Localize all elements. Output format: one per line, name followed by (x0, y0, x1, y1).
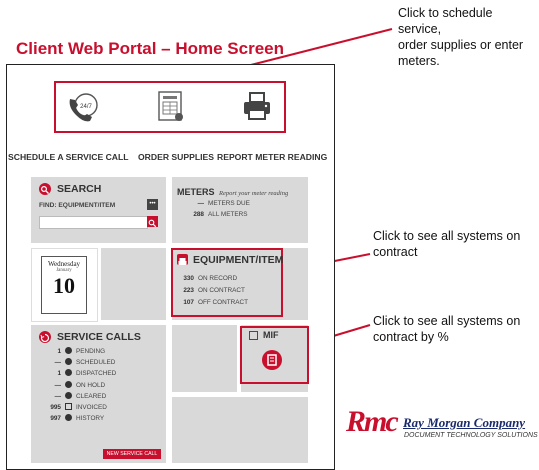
meters-panel[interactable]: METERS Report your meter reading — METERS… (172, 177, 308, 243)
service-label: SCHEDULED (76, 359, 116, 367)
search-button[interactable] (147, 216, 158, 228)
service-row[interactable]: — SCHEDULED (33, 358, 116, 369)
service-value: 1 (57, 370, 61, 378)
order-supplies-icon[interactable] (152, 88, 188, 124)
service-label: ON HOLD (76, 381, 106, 389)
search-icon (39, 183, 51, 195)
report-meter-link[interactable]: REPORT METER READING (217, 152, 327, 162)
meters-title: METERS (177, 187, 215, 197)
service-label: HISTORY (76, 415, 105, 423)
meters-label: ALL METERS (208, 211, 248, 218)
meters-label: METERS DUE (208, 200, 250, 207)
brand-monogram: Rmc (346, 405, 399, 438)
service-value: — (54, 392, 61, 400)
phone-247-icon[interactable]: 24/7 (66, 89, 102, 125)
service-row[interactable]: 1 PENDING (33, 347, 116, 358)
service-row[interactable]: — CLEARED (33, 391, 116, 403)
printer-icon[interactable] (239, 88, 275, 124)
equipment-value: 107 (183, 299, 194, 306)
mif-icon[interactable] (262, 350, 282, 370)
service-label: CLEARED (76, 392, 107, 400)
meters-row[interactable]: — METERS DUE (190, 200, 250, 207)
brand-name: Ray Morgan Company (403, 415, 526, 430)
mif-small-icon (249, 331, 258, 340)
schedule-service-link[interactable]: SCHEDULE A SERVICE CALL (8, 152, 128, 162)
service-title: SERVICE CALLS (57, 331, 141, 343)
equipment-label: ON CONTRACT (198, 287, 245, 294)
empty-tile-3 (172, 397, 308, 463)
service-list: 1 PENDING — SCHEDULED 1 DISPATCHED — ON HOLD… (33, 347, 116, 425)
equipment-row[interactable]: 330 ON RECORD (180, 275, 237, 282)
service-value: 997 (50, 415, 61, 423)
search-find-label: FIND: EQUIPMENT/ITEM (39, 202, 116, 209)
search-panel: SEARCH FIND: EQUIPMENT/ITEM ••• (31, 177, 166, 243)
service-row[interactable]: — ON HOLD (33, 380, 116, 392)
equipment-label: ON RECORD (198, 275, 238, 282)
empty-tile-2 (172, 325, 237, 392)
service-label: INVOICED (76, 403, 107, 411)
quick-actions-highlight: 24/7 (54, 81, 286, 133)
meters-subtitle: Report your meter reading (218, 190, 289, 197)
service-label: PENDING (76, 348, 106, 355)
service-row[interactable]: 995 INVOICED (33, 402, 116, 414)
equipment-label: OFF CONTRACT (198, 299, 249, 306)
equipment-title: EQUIPMENT/ITEM (193, 254, 284, 266)
equipment-row[interactable]: 223 ON CONTRACT (180, 287, 245, 294)
search-input[interactable] (39, 216, 148, 229)
service-value: 995 (50, 403, 61, 411)
equipment-row[interactable]: 107 OFF CONTRACT (180, 299, 248, 306)
equipment-icon (177, 254, 188, 265)
svg-text:24/7: 24/7 (80, 104, 92, 110)
history-icon (65, 414, 72, 422)
calendar-page: Wednesday January 10 (41, 256, 87, 314)
calendar-day: Wednesday (47, 260, 81, 268)
meters-value: 288 (193, 211, 204, 218)
service-icon (39, 331, 51, 343)
new-service-call-button[interactable]: NEW SERVICE CALL (103, 449, 161, 459)
service-value: — (54, 381, 61, 389)
service-value: 1 (57, 348, 61, 355)
meters-row[interactable]: 288 ALL METERS (190, 211, 248, 218)
brand-tagline: DOCUMENT TECHNOLOGY SOLUTIONS (404, 432, 538, 439)
search-title: SEARCH (57, 183, 102, 195)
invoiced-icon (65, 402, 72, 410)
dispatched-icon (65, 369, 72, 377)
service-label: DISPATCHED (76, 370, 117, 378)
calendar-date: 10 (53, 273, 75, 298)
empty-tile (101, 248, 166, 320)
calendar-tile: Wednesday January 10 (31, 248, 98, 322)
mif-title: MIF (263, 330, 279, 340)
equipment-value: 223 (183, 287, 194, 294)
service-row[interactable]: 997 HISTORY (33, 414, 116, 425)
equipment-value: 330 (183, 275, 194, 282)
more-options-button[interactable]: ••• (147, 199, 158, 210)
on-hold-icon (65, 380, 72, 388)
meters-value: — (197, 200, 204, 207)
brand-logo: Rmc Ray Morgan Company DOCUMENT TECHNOLO… (346, 405, 538, 455)
meters-header: METERS Report your meter reading (177, 182, 288, 200)
order-supplies-link[interactable]: ORDER SUPPLIES (138, 152, 214, 162)
cleared-icon (65, 391, 72, 399)
pending-icon (65, 347, 72, 354)
service-value: — (54, 359, 61, 367)
scheduled-icon (65, 358, 72, 366)
service-row[interactable]: 1 DISPATCHED (33, 369, 116, 380)
